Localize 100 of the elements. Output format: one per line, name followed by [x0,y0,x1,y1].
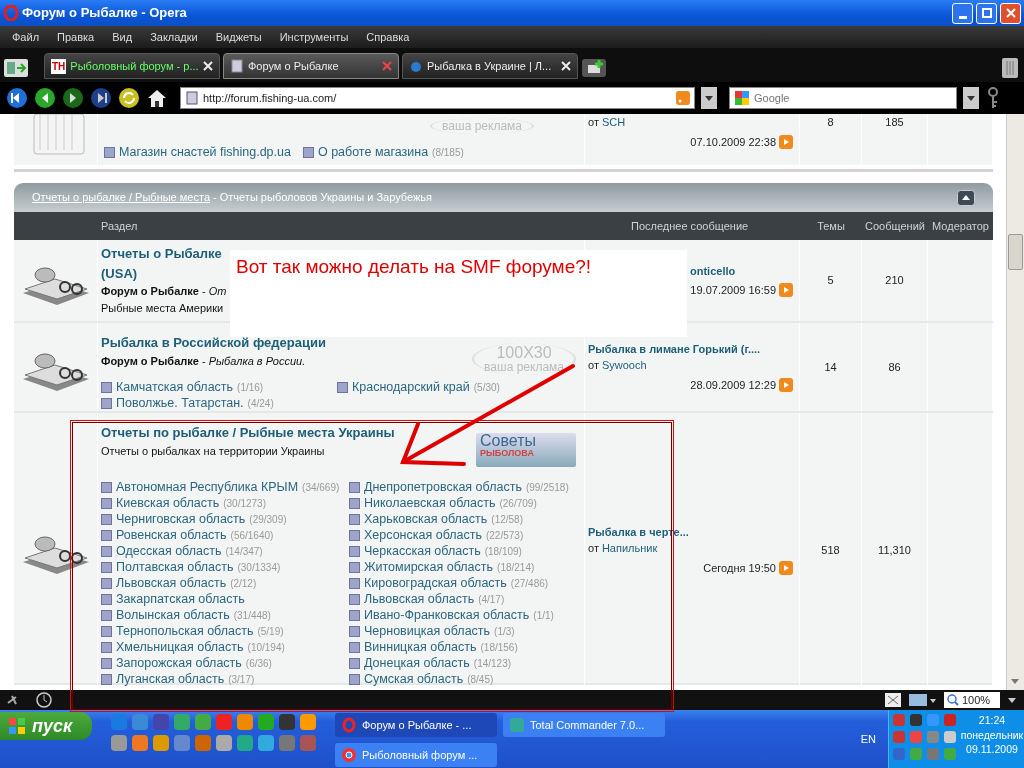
subforum-count: (6/36) [245,656,272,671]
zoom-field[interactable]: 100% [944,692,1000,708]
tab-label: Рыболовный форум - р... [70,58,199,74]
quick-launch-icon[interactable] [131,734,149,752]
collapse-icon[interactable] [957,189,975,206]
board-title-link[interactable]: Отчеты о Рыбалке (USA) [101,244,229,283]
scrollbar[interactable] [1006,114,1024,690]
menu-item[interactable]: Инструменты [270,28,358,46]
dropdown-icon[interactable] [963,87,979,109]
back-icon[interactable] [6,87,28,109]
reload-icon[interactable] [118,87,140,109]
back-icon[interactable] [34,87,56,109]
search-field[interactable]: Google [729,87,957,109]
menu-item[interactable]: Виджеты [206,28,271,46]
tray-icon[interactable] [909,713,923,727]
subforum-count: (18/109) [484,544,522,559]
key-icon[interactable] [985,86,1001,110]
user-link[interactable]: Sywooch [601,357,647,374]
taskbar-window-button[interactable]: Форум о Рыбалке - ... [335,713,497,737]
arrow-go-icon[interactable] [779,134,793,149]
start-button[interactable]: пуск [0,712,92,740]
home-icon[interactable] [146,87,168,109]
subforum-count: (18/214) [497,560,535,575]
folder-icon [101,593,112,605]
subforum-count: (22/573) [485,528,524,543]
subforum-count: (31/448) [233,608,271,623]
quick-launch-icon[interactable] [215,713,233,731]
fast-forward-icon[interactable] [90,87,112,109]
tray-icon[interactable] [892,713,906,727]
quick-launch-icon[interactable] [257,713,275,731]
scrollbar-thumb[interactable] [1008,234,1023,270]
quick-launch-icon[interactable] [215,734,233,752]
browser-tab[interactable]: TH Рыболовный форум - р... [44,53,220,79]
board-title-link[interactable]: Рыбалка в Российской федерации [101,333,326,353]
arrow-go-icon[interactable] [779,378,793,392]
address-field[interactable]: http://forum.fishing-ua.com/ [180,87,695,109]
tray-icon[interactable] [892,747,906,761]
topic-link[interactable]: onticello [690,262,736,279]
subforum-count: (26/709) [499,496,537,511]
tray-icon[interactable] [943,713,957,727]
quick-launch-icon[interactable] [194,734,212,752]
minimize-icon [958,15,967,19]
quick-launch-icon[interactable] [257,734,275,752]
menu-item[interactable]: Закладки [141,28,207,46]
tray-icon[interactable] [892,730,906,744]
menu-item[interactable]: Справка [357,28,419,46]
quick-launch-icon[interactable] [173,734,191,752]
new-tab-icon[interactable] [581,57,607,79]
quick-launch-icon[interactable] [110,734,128,752]
tray-icon[interactable] [943,730,957,744]
fit-page-icon[interactable] [884,692,902,708]
menu-item[interactable]: Файл [3,28,49,46]
quick-launch-icon[interactable] [110,713,128,731]
browser-tab[interactable]: Форум о Рыбалке [223,53,399,79]
menu-item[interactable]: Правка [48,28,104,46]
user-link[interactable]: Напильник [601,540,658,557]
folder-icon [101,641,112,653]
taskbar-window-button[interactable]: Total Commander 7.0... [503,713,665,737]
quick-launch-icon[interactable] [194,713,212,731]
quick-launch-icon[interactable] [236,713,254,731]
tab-label: Форум о Рыбалке [248,58,340,74]
subforum-link[interactable]: Краснодарский край [352,377,470,397]
minimize-button[interactable] [952,2,973,24]
folder-icon [349,625,360,637]
folder-icon [101,577,112,589]
post-date: Сегодня 19:50 [703,560,776,576]
arrow-go-icon[interactable] [779,283,793,298]
subforum-link[interactable]: О работе магазина [317,143,429,162]
taskbar-window-button[interactable]: Рыболовный форум ... [335,743,497,767]
menu-item[interactable]: Вид [103,28,142,46]
topics-count: 14 [824,359,837,375]
user-link[interactable]: SCH [601,114,626,131]
quick-launch-icon[interactable] [299,734,317,752]
forward-icon[interactable] [62,87,84,109]
quick-launch-icon[interactable] [131,713,149,731]
by-label: от [588,115,599,130]
subforum-link[interactable]: Магазин снастей fishing.dp.ua [119,143,291,162]
browser-tab[interactable]: Рыбалка в Украине | Л... [402,53,578,79]
maximize-button[interactable] [976,2,997,24]
folder-icon [349,481,360,493]
trash-icon[interactable] [999,55,1021,79]
post-date: 07.10.2009 22:38 [690,134,776,150]
dropdown-icon[interactable] [701,87,717,109]
app-icon [509,717,525,733]
quick-launch-icon[interactable] [152,713,170,731]
panel-toggle-icon[interactable] [3,57,29,79]
image-icon[interactable] [908,692,938,708]
quick-launch-icon[interactable] [299,713,317,731]
ad-banner: 100X30 ваша реклама [472,343,576,375]
quick-launch-icon[interactable] [278,734,296,752]
language-indicator[interactable]: EN [860,730,876,748]
subforum-count: (5/30) [473,380,500,395]
topic-link[interactable]: Рыбалка в лимане Горький (г.... [588,340,761,358]
quick-launch-icon[interactable] [173,713,191,731]
board-title-link[interactable]: Отчеты по рыбалке / Рыбные места Украины [101,423,395,443]
arrow-go-icon[interactable] [779,561,793,575]
quick-launch-icon[interactable] [278,713,296,731]
close-button[interactable] [1000,2,1021,24]
quick-launch-icon[interactable] [152,734,170,752]
quick-launch-icon[interactable] [236,734,254,752]
